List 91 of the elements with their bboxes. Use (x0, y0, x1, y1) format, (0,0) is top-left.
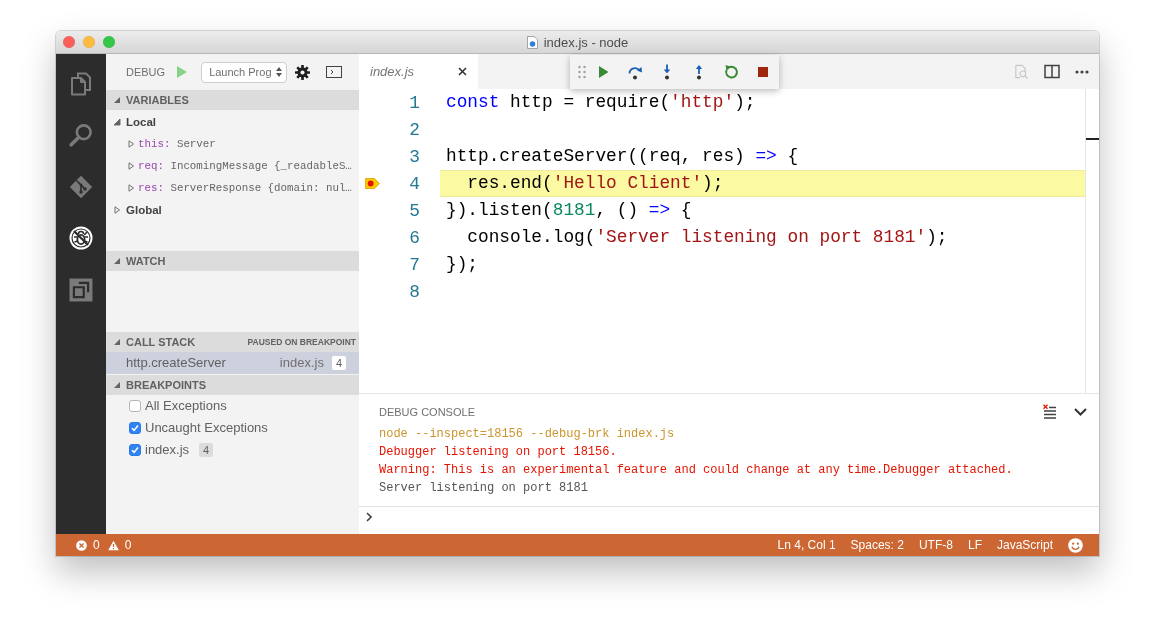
line-number: 2 (408, 119, 420, 140)
line-number: 8 (408, 281, 420, 302)
file-name: index.js (279, 355, 324, 370)
warning-icon[interactable] (107, 539, 119, 551)
section-header[interactable]: CALL STACK PAUSED ON BREAKPOINT (106, 331, 359, 352)
code-line: console.log('Server listening on port 8181'); (466, 226, 948, 249)
line-number: 5 (408, 200, 420, 221)
more-icon[interactable] (1075, 69, 1089, 74)
caret-down-icon[interactable] (113, 256, 121, 265)
status-item[interactable]: LF (967, 538, 982, 552)
stop-icon[interactable] (755, 64, 771, 80)
variable-name: req: (138, 160, 164, 172)
console-line: Server listening on port 8181 (379, 480, 588, 497)
launch-config-select[interactable]: Launch Prog (201, 61, 288, 83)
section-title: WATCH (126, 254, 166, 267)
variable-name: res: (138, 182, 164, 194)
code-line: const http = require('http'); (445, 91, 756, 114)
file-icon (526, 35, 538, 49)
files-icon[interactable] (69, 71, 93, 96)
checkbox[interactable] (129, 421, 141, 434)
debug-status: PAUSED ON BREAKPOINT (247, 336, 356, 347)
git-icon[interactable] (69, 174, 93, 199)
section-header[interactable]: VARIABLES (106, 90, 359, 110)
line-number: 6 (408, 227, 420, 248)
smiley-icon[interactable] (1068, 537, 1083, 553)
status-item[interactable]: Ln 4, Col 1 (777, 538, 836, 552)
error-icon[interactable] (76, 539, 87, 551)
code-line: }); (445, 253, 478, 276)
line-number: 3 (408, 146, 420, 167)
line-number: 4 (408, 173, 420, 194)
terminal-icon[interactable] (326, 66, 343, 78)
line-number-badge: 4 (331, 355, 346, 370)
variable-value: ServerResponse {domain: nul… (170, 182, 352, 194)
section-title: CALL STACK (126, 335, 196, 348)
close-window-icon[interactable] (63, 36, 75, 48)
breakpoint-arrow-icon[interactable] (364, 178, 380, 189)
console-line: Debugger listening on port 18156. (379, 444, 617, 461)
clear-console-icon[interactable] (1042, 403, 1058, 420)
panel-title[interactable]: DEBUG CONSOLE (379, 405, 475, 418)
section-title: VARIABLES (126, 94, 189, 106)
status-item[interactable]: JavaScript (996, 538, 1053, 552)
settings-icon[interactable] (295, 64, 311, 80)
caret-down-icon[interactable] (113, 380, 121, 389)
warning-count[interactable]: 0 (124, 538, 132, 552)
window-title: index.js - node (543, 34, 629, 50)
caret-right-icon[interactable] (113, 206, 121, 214)
drag-handle-icon[interactable] (578, 65, 586, 79)
variable-value: Server (176, 138, 216, 150)
step-over-icon[interactable] (627, 64, 643, 80)
section-header[interactable]: WATCH (106, 250, 359, 271)
status-item[interactable]: Spaces: 2 (850, 538, 904, 552)
breakpoint-label: index.js (145, 442, 190, 457)
code-line: http.createServer((req, res) => { (445, 145, 799, 168)
status-item[interactable]: UTF-8 (918, 538, 953, 552)
prompt-chevron-icon (366, 512, 372, 522)
bug-icon[interactable] (69, 226, 93, 251)
checkbox[interactable] (129, 399, 141, 412)
restart-icon[interactable] (723, 64, 739, 80)
search-icon[interactable] (69, 123, 93, 148)
console-line: Warning: This is an experimental feature and could change at any time.Debugger attached. (379, 462, 1013, 479)
caret-right-icon[interactable] (127, 140, 135, 148)
breakpoint-label: Uncaught Exceptions (145, 420, 268, 435)
close-icon[interactable] (458, 67, 467, 76)
caret-right-icon[interactable] (127, 184, 135, 192)
breakpoint-label: All Exceptions (145, 398, 227, 413)
variable-value: IncomingMessage {_readableS… (170, 160, 352, 172)
line-number-badge: 4 (199, 442, 214, 457)
variable-name: this: (138, 138, 171, 150)
checkbox[interactable] (129, 443, 141, 456)
caret-down-icon[interactable] (113, 96, 121, 104)
call-stack-frame[interactable]: http.createServer index.js 4 (106, 351, 359, 374)
error-count[interactable]: 0 (93, 538, 100, 552)
split-editor-icon[interactable] (1044, 64, 1060, 79)
console-line: node --inspect=18156 --debug-brk index.js (379, 426, 675, 443)
section-header[interactable]: BREAKPOINTS (106, 374, 359, 395)
caret-right-icon[interactable] (127, 162, 135, 170)
sidebar-title: DEBUG (126, 66, 166, 78)
line-number: 7 (408, 254, 420, 275)
scope-label[interactable]: Local (126, 116, 157, 128)
editor-tab[interactable]: index.js (359, 54, 478, 89)
caret-down-icon[interactable] (113, 337, 121, 346)
code-line: }).listen(8181, () => { (445, 199, 692, 222)
function-name: http.createServer (126, 355, 226, 370)
caret-down-icon[interactable] (113, 118, 121, 126)
section-title: BREAKPOINTS (126, 378, 207, 391)
scope-label[interactable]: Global (126, 204, 162, 216)
line-number: 1 (408, 92, 420, 113)
extensions-icon[interactable] (69, 277, 93, 302)
up-down-arrows-icon (276, 67, 283, 77)
cursor-position-mark (1086, 138, 1099, 140)
chevron-down-icon[interactable] (1074, 407, 1087, 416)
